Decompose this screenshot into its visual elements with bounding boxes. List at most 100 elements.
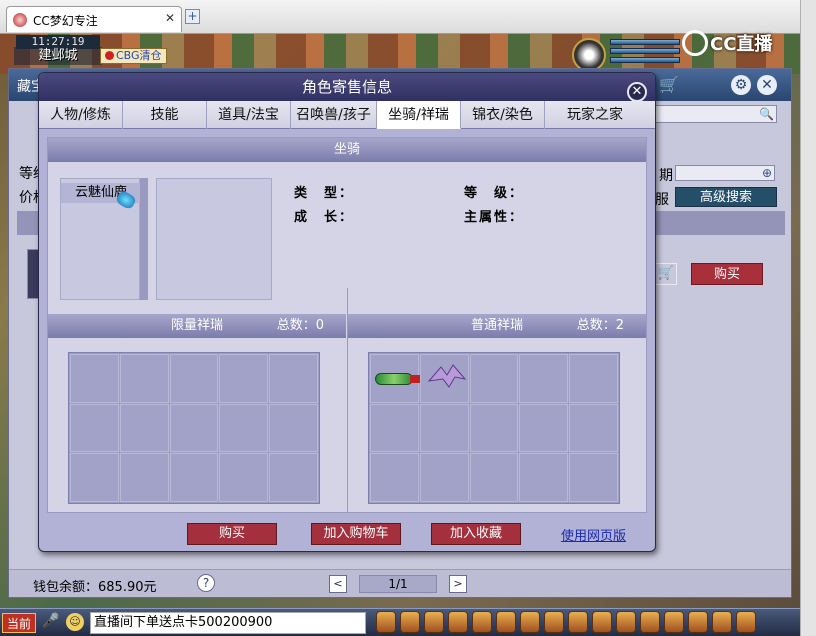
listing-buy-button[interactable]: 购买 <box>691 263 763 285</box>
red-dot-icon <box>105 51 114 60</box>
grid-slot[interactable] <box>219 403 269 453</box>
grid-slot[interactable] <box>419 453 469 502</box>
cbg-clearance-badge[interactable]: CBG清仓 <box>100 48 167 64</box>
grid-slot[interactable] <box>469 453 519 502</box>
quick-slot-icon[interactable] <box>616 611 636 633</box>
cc-logo-text: CC直播 <box>710 34 773 55</box>
quick-slot-icon[interactable] <box>424 611 444 633</box>
quick-slot-icon[interactable] <box>688 611 708 633</box>
quick-slot-icon[interactable] <box>664 611 684 633</box>
search-icon[interactable]: 🔍 <box>759 107 774 121</box>
quick-slot-icon[interactable] <box>496 611 516 633</box>
green-turtle-xiangrui-icon[interactable] <box>375 373 420 385</box>
current-channel-button[interactable]: 当前 <box>2 613 36 633</box>
grid-slot[interactable] <box>219 453 269 502</box>
grid-slot[interactable] <box>569 403 618 453</box>
plus-icon[interactable]: ⊕ <box>762 166 772 180</box>
grid-slot[interactable] <box>119 403 169 453</box>
quick-slot-icon[interactable] <box>592 611 612 633</box>
tab-skills[interactable]: 技能 <box>123 101 207 129</box>
microphone-icon[interactable]: 🎤 <box>42 613 59 633</box>
buy-button[interactable]: 购买 <box>187 523 277 545</box>
grid-slot[interactable] <box>169 453 219 502</box>
grid-slot[interactable] <box>269 453 318 502</box>
help-icon[interactable]: ? <box>197 574 215 592</box>
cbg-badge-label: CBG清仓 <box>116 49 162 62</box>
quick-slot-icon[interactable] <box>400 611 420 633</box>
quick-slot-icon[interactable] <box>520 611 540 633</box>
tab-pets[interactable]: 召唤兽/孩子 <box>291 101 377 129</box>
player-avatar[interactable] <box>572 38 606 72</box>
grid-slot[interactable] <box>419 354 469 403</box>
chat-input[interactable]: 直播间下单送点卡500200900 <box>90 612 366 634</box>
limited-total: 总数：0 <box>276 318 324 333</box>
grid-slot[interactable] <box>569 354 618 403</box>
grid-slot[interactable] <box>269 403 318 453</box>
prev-page-button[interactable]: < <box>329 575 347 593</box>
quick-slot-icon[interactable] <box>472 611 492 633</box>
tab-home[interactable]: 玩家之家 <box>545 101 645 129</box>
mount-list-scrollbar[interactable] <box>140 178 148 300</box>
grid-slot[interactable] <box>419 403 469 453</box>
quick-slot-icon[interactable] <box>712 611 732 633</box>
modal-close-button[interactable]: ✕ <box>627 82 647 102</box>
grid-slot[interactable] <box>569 453 618 502</box>
grid-slot[interactable] <box>469 354 519 403</box>
browser-tab-bar: CC梦幻专注 ✕ + <box>0 0 800 34</box>
grid-slot[interactable] <box>219 354 269 403</box>
tab-items[interactable]: 道具/法宝 <box>207 101 291 129</box>
cart-icon[interactable]: 🛒 <box>659 75 689 97</box>
grid-slot[interactable] <box>169 354 219 403</box>
grid-slot[interactable] <box>119 453 169 502</box>
emoji-icon[interactable]: ☺ <box>66 613 84 631</box>
close-icon[interactable]: ✕ <box>757 75 777 95</box>
tab-mounts[interactable]: 坐骑/祥瑞 <box>377 101 461 129</box>
grid-slot[interactable] <box>169 403 219 453</box>
browser-tab[interactable]: CC梦幻专注 ✕ <box>6 6 182 32</box>
grid-slot[interactable] <box>70 453 119 502</box>
cc-ring-icon <box>682 30 708 56</box>
date-field[interactable]: ⊕ <box>675 165 775 181</box>
quick-slot-icon[interactable] <box>544 611 564 633</box>
add-cart-button[interactable]: 加入购物车 <box>311 523 401 545</box>
mount-growth-label: 成 长： <box>294 210 355 225</box>
add-favorite-button[interactable]: 加入收藏 <box>431 523 521 545</box>
mount-preview <box>156 178 272 300</box>
grid-slot[interactable] <box>519 354 569 403</box>
grid-slot[interactable] <box>519 403 569 453</box>
use-web-version-link[interactable]: 使用网页版 <box>561 525 626 544</box>
grid-slot[interactable] <box>370 403 419 453</box>
quick-slot-icon[interactable] <box>568 611 588 633</box>
purple-bat-xiangrui-icon[interactable] <box>427 361 467 391</box>
grid-slot[interactable] <box>70 354 119 403</box>
grid-slot[interactable] <box>119 354 169 403</box>
grid-slot[interactable] <box>519 453 569 502</box>
status-bars <box>610 36 680 72</box>
tab-outfits[interactable]: 锦衣/染色 <box>461 101 545 129</box>
tab-character[interactable]: 人物/修炼 <box>39 101 123 129</box>
quick-slot-icon[interactable] <box>376 611 396 633</box>
quick-slot-icon[interactable] <box>640 611 660 633</box>
next-page-button[interactable]: > <box>449 575 467 593</box>
page-indicator: 1/1 <box>359 575 437 593</box>
quick-slot-icon[interactable] <box>736 611 756 633</box>
window-scrollbar[interactable] <box>800 0 816 636</box>
new-tab-button[interactable]: + <box>185 9 200 24</box>
mount-list[interactable]: 云魅仙鹿 <box>60 178 141 300</box>
quick-slot-icon[interactable] <box>448 611 468 633</box>
grid-slot[interactable] <box>269 354 318 403</box>
grid-slot[interactable] <box>370 453 419 502</box>
advanced-search-button[interactable]: 高级搜索 <box>675 187 777 207</box>
tab-close-icon[interactable]: ✕ <box>165 11 175 25</box>
normal-total: 总数：2 <box>576 318 624 333</box>
cbg-search-input[interactable]: 🔍 <box>655 105 777 123</box>
modal-title: 角色寄售信息 <box>39 73 655 101</box>
cbg-footer: 钱包余额：685.90元 ? < 1/1 > <box>9 569 791 597</box>
role-sale-info-modal: 角色寄售信息 ✕ 人物/修炼 技能 道具/法宝 召唤兽/孩子 坐骑/祥瑞 锦衣/… <box>38 72 656 552</box>
grid-slot[interactable] <box>469 403 519 453</box>
add-to-cart-icon[interactable]: 🛒 <box>655 263 677 285</box>
grid-slot[interactable] <box>370 354 420 403</box>
gear-icon[interactable]: ⚙ <box>731 75 751 95</box>
mount-type-label: 类 型： <box>294 186 355 201</box>
grid-slot[interactable] <box>70 403 119 453</box>
